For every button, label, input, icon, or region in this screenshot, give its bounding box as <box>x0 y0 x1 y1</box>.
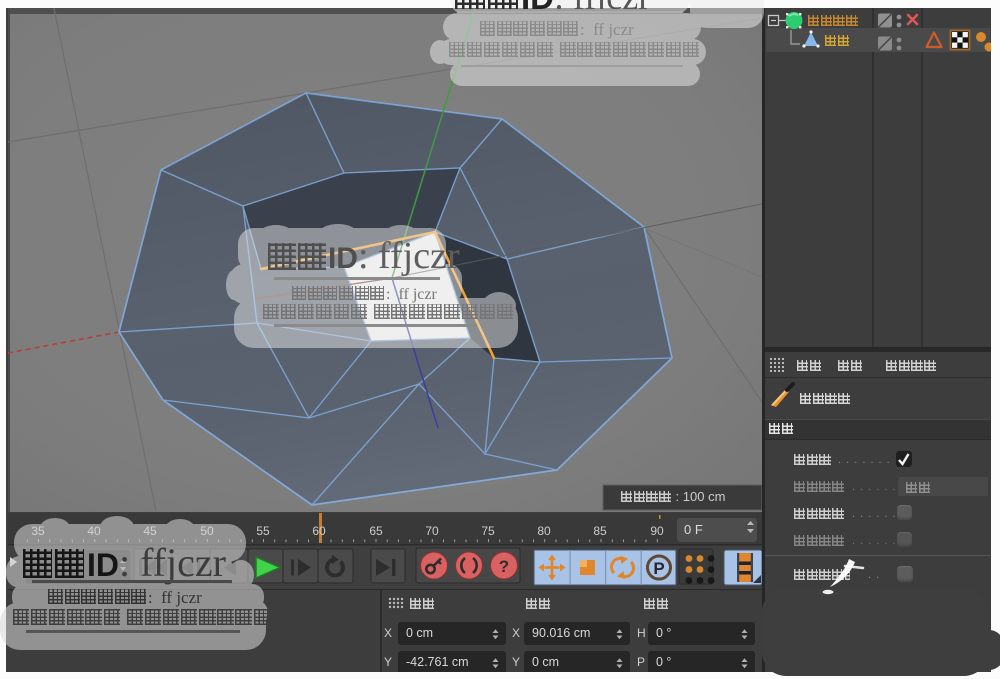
svg-text:90: 90 <box>650 524 664 538</box>
svg-text:60: 60 <box>312 524 326 538</box>
svg-text:55: 55 <box>256 524 270 538</box>
svg-text:85: 85 <box>593 524 607 538</box>
svg-text:65: 65 <box>369 524 383 538</box>
svg-text:70: 70 <box>425 524 439 538</box>
svg-text:80: 80 <box>537 524 551 538</box>
svg-text:0 F: 0 F <box>684 522 703 537</box>
svg-text:P: P <box>653 559 664 578</box>
svg-text:75: 75 <box>481 524 495 538</box>
svg-text:?: ? <box>499 557 509 576</box>
